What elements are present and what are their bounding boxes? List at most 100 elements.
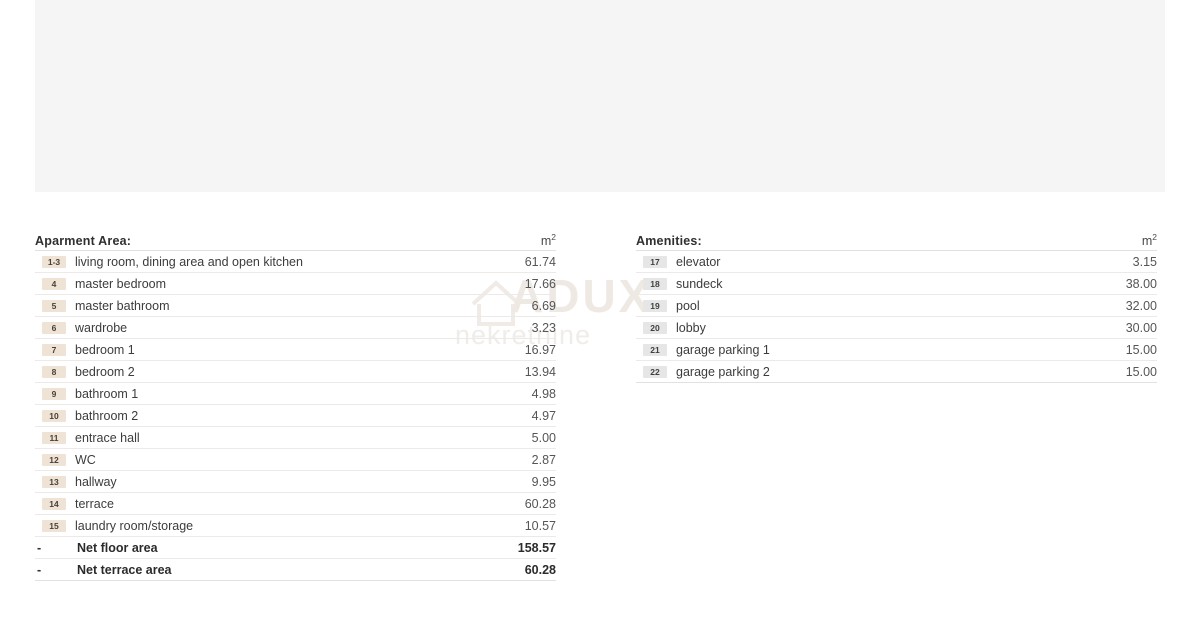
table-row: 12WC2.87 (35, 449, 556, 471)
row-number-badge: 9 (42, 388, 66, 400)
row-area-value: 13.94 (525, 365, 556, 379)
row-number-cell: 9 (35, 388, 73, 400)
table-row: 22 garage parking 215.00 (636, 361, 1157, 383)
row-label: Net terrace area (75, 563, 525, 577)
row-area-value: 60.28 (525, 563, 556, 577)
row-area-value: 15.00 (1126, 365, 1157, 379)
row-number-badge: 13 (42, 476, 66, 488)
table-row: - Net terrace area60.28 (35, 559, 556, 581)
row-label: entrace hall (73, 431, 532, 445)
table-row: 7 bedroom 116.97 (35, 339, 556, 361)
row-number-badge: 6 (42, 322, 66, 334)
apartment-area-header: Aparment Area: m2 (35, 228, 556, 251)
row-area-value: 6.69 (532, 299, 556, 313)
table-row: 15laundry room/storage10.57 (35, 515, 556, 537)
row-label: master bathroom (73, 299, 532, 313)
row-number-cell: 6 (35, 322, 73, 334)
table-row: 17 elevator3.15 (636, 251, 1157, 273)
table-row: 21garage parking 115.00 (636, 339, 1157, 361)
row-label: elevator (674, 255, 1133, 269)
row-area-value: 5.00 (532, 431, 556, 445)
row-number-badge: 8 (42, 366, 66, 378)
row-number-cell: 18 (636, 278, 674, 290)
row-number-cell: 20 (636, 322, 674, 334)
row-area-value: 10.57 (525, 519, 556, 533)
table-row: 14 terrace60.28 (35, 493, 556, 515)
row-number-badge: 18 (643, 278, 667, 290)
row-area-value: 4.98 (532, 387, 556, 401)
row-number-cell: 11 (35, 432, 73, 444)
row-number-badge: 12 (42, 454, 66, 466)
row-label: master bedroom (73, 277, 525, 291)
amenities-table: Amenities: m2 17 elevator3.15 18 sundeck38.… (636, 228, 1157, 383)
row-area-value: 38.00 (1126, 277, 1157, 291)
table-row: -Net floor area158.57 (35, 537, 556, 559)
row-number-badge: 1-3 (42, 256, 66, 268)
table-row: 18 sundeck38.00 (636, 273, 1157, 295)
row-number-cell: 8 (35, 366, 73, 378)
row-number-badge: 17 (643, 256, 667, 268)
apartment-area-title: Aparment Area: (35, 234, 131, 248)
row-label: sundeck (674, 277, 1126, 291)
row-area-value: 16.97 (525, 343, 556, 357)
unit-exponent: 2 (551, 232, 556, 242)
row-label: living room, dining area and open kitche… (73, 255, 525, 269)
row-area-value: 17.66 (525, 277, 556, 291)
row-label: wardrobe (73, 321, 532, 335)
row-area-value: 30.00 (1126, 321, 1157, 335)
row-number-badge: 19 (643, 300, 667, 312)
row-label: bedroom 2 (73, 365, 525, 379)
table-row: 9 bathroom 14.98 (35, 383, 556, 405)
row-number-cell: 19 (636, 300, 674, 312)
row-label: WC (73, 453, 532, 467)
row-number-cell: 4 (35, 278, 73, 290)
row-number-cell: 10 (35, 410, 73, 422)
table-row: 8 bedroom 213.94 (35, 361, 556, 383)
table-row: 13hallway9.95 (35, 471, 556, 493)
table-row: 4master bedroom17.66 (35, 273, 556, 295)
table-row: 11 entrace hall5.00 (35, 427, 556, 449)
row-number-cell: 15 (35, 520, 73, 532)
row-label: terrace (73, 497, 525, 511)
apartment-area-unit: m2 (541, 234, 556, 248)
row-number-badge: 14 (42, 498, 66, 510)
table-row: 5master bathroom6.69 (35, 295, 556, 317)
row-area-value: 61.74 (525, 255, 556, 269)
unit-text: m (541, 234, 551, 248)
row-area-value: 15.00 (1126, 343, 1157, 357)
apartment-area-table: Aparment Area: m2 1-3 living room, dining… (35, 228, 556, 581)
amenities-unit: m2 (1142, 234, 1157, 248)
unit-exponent: 2 (1152, 232, 1157, 242)
row-number-cell: 5 (35, 300, 73, 312)
row-label: garage parking 2 (674, 365, 1126, 379)
row-area-value: 4.97 (532, 409, 556, 423)
row-number-badge: 21 (643, 344, 667, 356)
row-number-cell: 22 (636, 366, 674, 378)
table-row: 20lobby30.00 (636, 317, 1157, 339)
amenities-rows: 17elevator3.1518sundeck38.0019pool32.002… (636, 251, 1157, 383)
row-label: laundry room/storage (73, 519, 525, 533)
row-number-badge: 10 (42, 410, 66, 422)
row-label: Net floor area (75, 541, 518, 555)
row-number-cell: 14 (35, 498, 73, 510)
row-number-cell: 13 (35, 476, 73, 488)
row-label: bathroom 1 (73, 387, 532, 401)
row-number-badge: 7 (42, 344, 66, 356)
row-dash-marker: - (37, 564, 41, 576)
row-dash-marker: - (37, 542, 41, 554)
row-label: hallway (73, 475, 532, 489)
row-number-badge: 22 (643, 366, 667, 378)
amenities-header: Amenities: m2 (636, 228, 1157, 251)
row-label: bathroom 2 (73, 409, 532, 423)
row-label: lobby (674, 321, 1126, 335)
row-number-cell: 12 (35, 454, 73, 466)
table-row: 6wardrobe3.23 (35, 317, 556, 339)
row-label: pool (674, 299, 1126, 313)
row-label: bedroom 1 (73, 343, 525, 357)
gallery-image-placeholder (35, 0, 1165, 192)
row-number-badge: 11 (42, 432, 66, 444)
apartment-area-rows: 1-3 living room, dining area and open kit… (35, 251, 556, 581)
row-area-value: 3.15 (1133, 255, 1157, 269)
row-number-cell: 17 (636, 256, 674, 268)
row-area-value: 60.28 (525, 497, 556, 511)
